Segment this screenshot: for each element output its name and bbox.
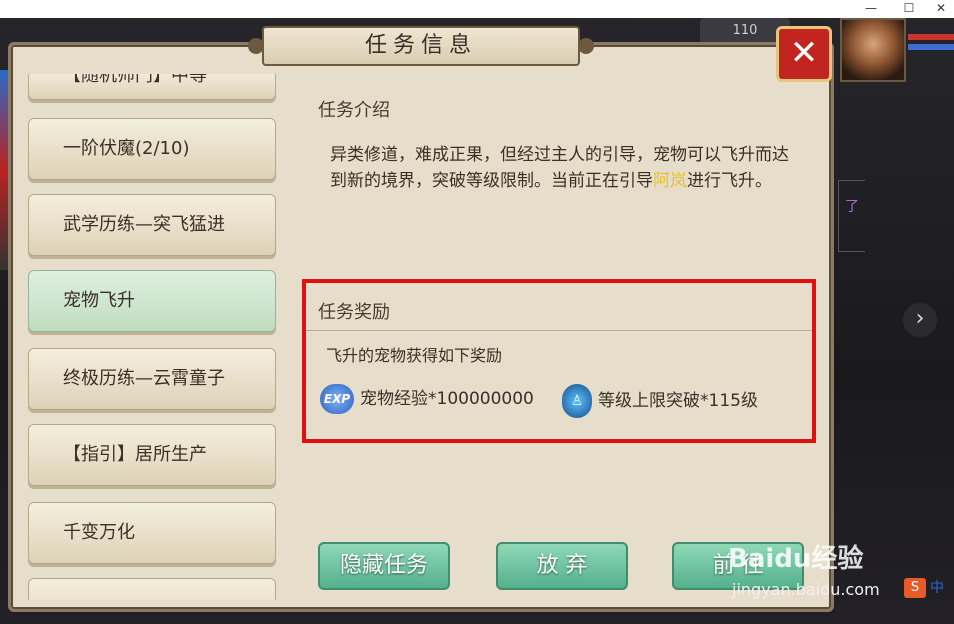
baidu-watermark: Baidu经验: [728, 544, 864, 574]
task-item-transformation[interactable]: 千变万化: [28, 502, 276, 564]
abandon-button[interactable]: 放 弃: [496, 542, 628, 590]
title-ornament-right: [578, 38, 594, 54]
maximize-button[interactable]: ☐: [894, 0, 924, 18]
close-dialog-button[interactable]: ✕: [776, 26, 832, 82]
reward-highlight-box: [302, 279, 816, 443]
task-item-demon-subduing[interactable]: 一阶伏魔(2/10): [28, 118, 276, 180]
intro-text-end: 进行飞升。: [687, 171, 772, 191]
window-titlebar: — ☐ ✕: [0, 0, 954, 18]
close-window-button[interactable]: ✕: [926, 0, 954, 18]
dialog-title: 任务信息: [262, 26, 580, 66]
task-item-guide-residence[interactable]: 【指引】居所生产: [28, 424, 276, 486]
mp-bar: [908, 44, 954, 50]
task-item-more[interactable]: [28, 578, 276, 600]
hide-task-button[interactable]: 隐藏任务: [318, 542, 450, 590]
ime-badge-icon[interactable]: S: [904, 578, 926, 598]
player-avatar[interactable]: [840, 18, 906, 82]
hp-bar: [908, 34, 954, 40]
task-item-random-sect[interactable]: 【随机师门】中等: [28, 74, 276, 100]
task-item-martial-training[interactable]: 武学历练—突飞猛进: [28, 194, 276, 256]
intro-title: 任务介绍: [318, 100, 390, 121]
task-list: 【随机师门】中等 一阶伏魔(2/10) 武学历练—突飞猛进 宠物飞升 终极历练—…: [28, 74, 276, 600]
chevron-right-icon[interactable]: ›: [903, 303, 937, 337]
intro-text: 异类修道，难成正果，但经过主人的引导，宠物可以飞升而达到新的境界，突破等级限制。…: [330, 142, 790, 194]
ime-mode[interactable]: 中: [930, 578, 944, 598]
side-chat-snippet[interactable]: 了: [838, 180, 865, 252]
pet-name: 阿岚: [653, 171, 687, 191]
baidu-watermark-url: jingyan.baidu.com: [732, 580, 880, 599]
task-item-ultimate-training[interactable]: 终极历练—云霄童子: [28, 348, 276, 410]
minimize-button[interactable]: —: [856, 0, 886, 18]
task-item-pet-ascension[interactable]: 宠物飞升: [28, 270, 276, 332]
